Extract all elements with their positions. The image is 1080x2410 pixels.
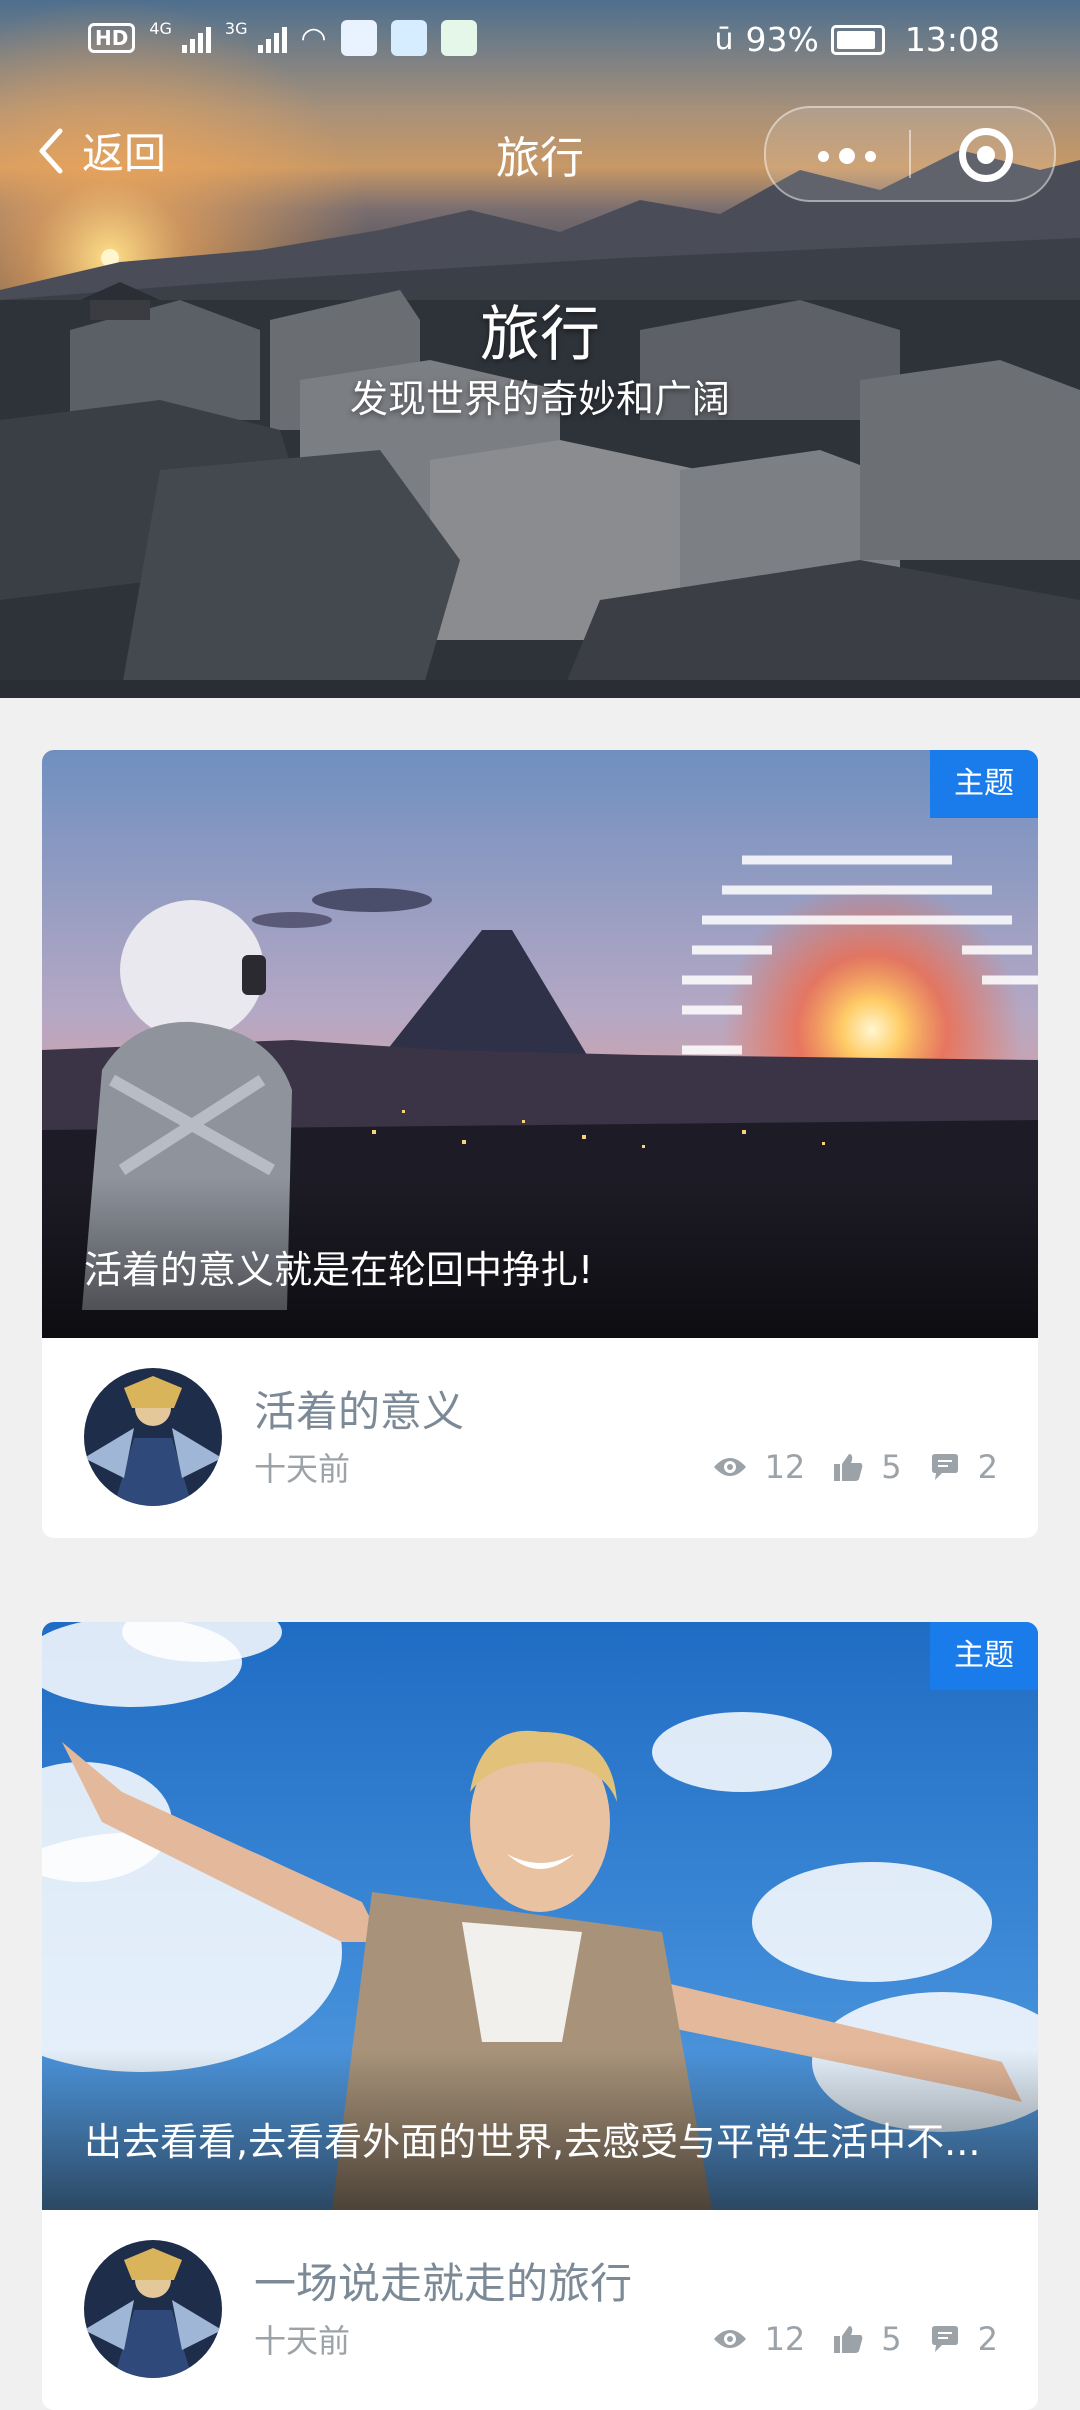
miniprogram-capsule	[764, 106, 1056, 202]
comment-count: 2	[977, 2320, 998, 2358]
app-notification-icon	[390, 20, 427, 56]
hero-title: 旅行	[480, 300, 600, 370]
network-4g-label: 4G	[149, 18, 172, 38]
status-time: 13:08	[904, 20, 1000, 59]
thumbs-up-icon[interactable]	[833, 2324, 863, 2354]
thumbs-up-icon[interactable]	[833, 1452, 863, 1482]
hero-subtitle: 发现世界的奇妙和广阔	[349, 377, 730, 421]
post-title[interactable]: 活着的意义	[254, 1378, 464, 1439]
comment-icon[interactable]	[930, 1453, 960, 1481]
avatar-image	[84, 2240, 222, 2378]
post-caption: 出去看看,去看看外面的世界,去感受与平常生活中不...	[84, 2120, 981, 2164]
topic-tag[interactable]: 主题	[930, 750, 1038, 818]
caption-overlay: 出去看看,去看看外面的世界,去感受与平常生活中不...	[42, 2050, 1038, 2210]
post-stats: 12 5 2	[713, 2320, 998, 2358]
caption-overlay: 活着的意义就是在轮回中挣扎!	[42, 1178, 1038, 1338]
topic-tag[interactable]: 主题	[930, 1622, 1038, 1690]
post-cover[interactable]: 活着的意义就是在轮回中挣扎! 主题	[42, 750, 1038, 1338]
post-time: 十天前	[254, 1450, 351, 1488]
post-cover[interactable]: 出去看看,去看看外面的世界,去感受与平常生活中不... 主题	[42, 1622, 1038, 2210]
avatar-image	[84, 1368, 222, 1506]
like-count: 5	[881, 2320, 902, 2358]
eye-icon	[713, 2330, 746, 2348]
signal-icon	[181, 23, 211, 53]
wifi-icon: ◠	[300, 20, 327, 56]
battery-icon	[830, 24, 885, 55]
like-count: 5	[881, 1448, 902, 1486]
app-notification-icon	[440, 20, 477, 56]
post-card[interactable]: 出去看看,去看看外面的世界,去感受与平常生活中不... 主题 一场说走就走的旅行…	[42, 1622, 1038, 2410]
capsule-divider	[909, 130, 911, 178]
hero-banner: HD 4G 3G ◠ ū 93% 13:08 返回 旅行 旅行 发现世界的奇妙和…	[0, 0, 1080, 698]
hd-icon: HD	[88, 23, 136, 53]
comment-count: 2	[977, 1448, 998, 1486]
avatar[interactable]	[84, 1368, 222, 1506]
post-time: 十天前	[254, 2322, 351, 2360]
post-meta: 一场说走就走的旅行 十天前 12 5 2	[42, 2210, 1038, 2410]
navigation-bar: 返回 旅行	[0, 100, 1080, 210]
signal-icon	[257, 23, 287, 53]
post-stats: 12 5 2	[713, 1448, 998, 1486]
battery-percent: 93%	[745, 20, 819, 59]
post-title[interactable]: 一场说走就走的旅行	[254, 2250, 632, 2311]
post-caption: 活着的意义就是在轮回中挣扎!	[84, 1248, 594, 1292]
app-notification-icon	[340, 20, 377, 56]
bluetooth-icon: ū	[714, 22, 734, 57]
post-meta: 活着的意义 十天前 12 5 2	[42, 1338, 1038, 1538]
post-card[interactable]: 活着的意义就是在轮回中挣扎! 主题 活着的意义 十天前 12 5 2	[42, 750, 1038, 1538]
eye-icon	[713, 1458, 746, 1476]
view-count: 12	[764, 2320, 806, 2358]
network-3g-label: 3G	[224, 18, 248, 38]
status-bar: HD 4G 3G ◠ ū 93% 13:08	[0, 0, 1080, 80]
view-count: 12	[764, 1448, 806, 1486]
more-icon[interactable]	[818, 148, 876, 164]
avatar[interactable]	[84, 2240, 222, 2378]
comment-icon[interactable]	[930, 2325, 960, 2353]
close-miniprogram-icon[interactable]	[959, 128, 1013, 182]
